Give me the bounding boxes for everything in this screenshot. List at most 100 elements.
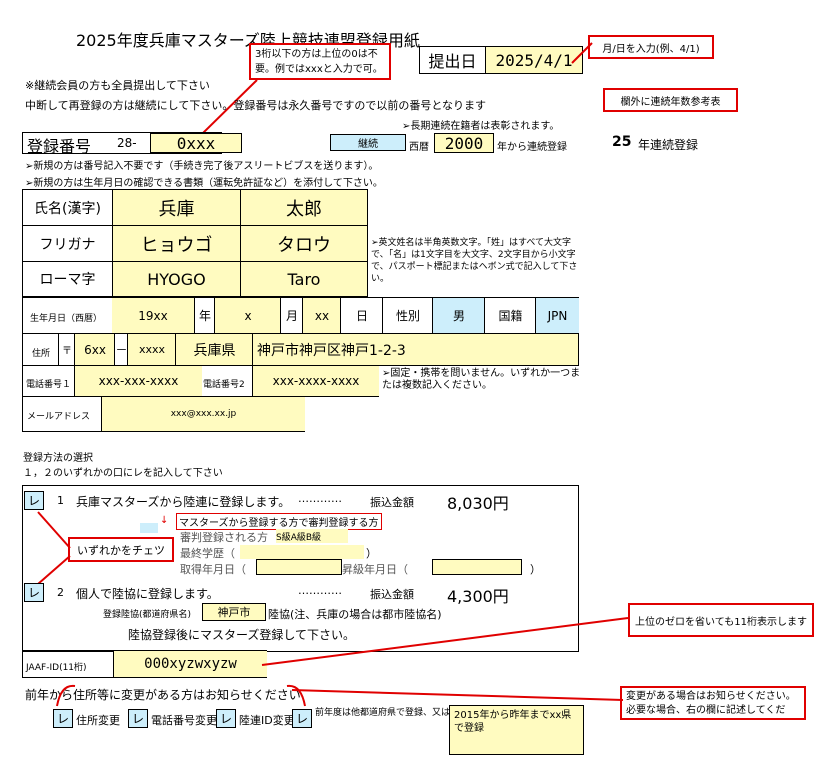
birth-m: 月	[280, 298, 303, 333]
opt2-text: 個人で陸協に登録します。	[76, 587, 219, 601]
change-phone-label: 電話番号変更	[151, 714, 217, 727]
years-count: 25	[612, 134, 632, 150]
romaji-note: ➢英文姓名は半角英数文字。「姓」はすべて大文字で、「名」は1文字目を大文字、2文…	[371, 238, 578, 284]
opt2-checkbox[interactable]: レ	[24, 583, 44, 602]
change-phone-checkbox[interactable]: レ	[128, 709, 148, 728]
opt2-fee-label: 振込金額	[370, 588, 414, 601]
opt1-text: 兵庫マスターズから陸連に登録します。	[76, 495, 291, 509]
phone-note: ➢固定・携帯を問いません。いずれか一つまたは複数記入ください。	[382, 368, 581, 391]
digits-hint-callout: 3桁以下の方は上位の0は不要。例ではxxxと入力で可。	[249, 43, 391, 80]
phone2-field[interactable]: xxx-xxxx-xxxx	[252, 366, 379, 396]
start-year-suffix: 年から連続登録	[497, 142, 567, 153]
changes-bracket	[56, 684, 306, 707]
method-sub: １，２のいずれかの口にレを記入して下さい	[23, 468, 223, 479]
acquired-date-field[interactable]	[256, 559, 342, 575]
judge-q1: 審判登録される方	[180, 531, 268, 544]
opt1-num: 1	[57, 494, 64, 507]
opt2-num: 2	[57, 586, 64, 599]
mail-field[interactable]: xxx@xxx.xx.jp	[101, 397, 305, 431]
change-id-checkbox[interactable]: レ	[216, 709, 236, 728]
jaaf-label: JAAF-ID(11桁)	[26, 663, 87, 673]
mei-roma-field[interactable]: Taro	[240, 261, 368, 297]
address-label: 住所	[32, 349, 51, 359]
sex-field[interactable]: 男	[432, 298, 485, 333]
new-doc-note: ➢新規の方は生年月日の確認できる書類（運転免許証など）を添付して下さい。	[25, 178, 383, 189]
change-pref-checkbox[interactable]: レ	[292, 709, 312, 728]
jaaf-field[interactable]: 000xyzwxyzw	[113, 651, 267, 677]
judge-head: マスターズから登録する方で審判登録する方	[176, 513, 382, 530]
opt1-dots: …………	[298, 492, 342, 505]
check-either-arrows	[37, 511, 71, 585]
resume-note: 中断して再登録の方は継続にして下さい。登録番号は永久番号ですので以前の番号となり…	[25, 99, 487, 112]
judge-grade-field[interactable]: S級A級B級	[276, 529, 348, 543]
mei-kana-field[interactable]: タロウ	[240, 225, 368, 262]
opt2-pref-field[interactable]: 神戸市	[202, 603, 266, 621]
zero-hint-line	[261, 617, 629, 666]
change-pref-label: 前年度は他都道府県で登録、又は	[315, 708, 451, 718]
change-hint-line	[291, 689, 624, 701]
change-id-label: 陸連ID変更	[239, 714, 295, 727]
birth-month-field[interactable]: x	[214, 298, 281, 333]
sei-kana-field[interactable]: ヒョウゴ	[112, 225, 241, 262]
reg-prefix: 28-	[117, 136, 137, 150]
new-number-note: ➢新規の方は番号記入不要です（手続き完了後アスリートビブスを送ります）。	[25, 161, 379, 172]
phone1-label: 電話番号１	[26, 380, 72, 390]
check-either-callout: いずれかをチェツ	[68, 537, 174, 562]
sex-label: 性別	[382, 298, 433, 333]
nat-field[interactable]: JPN	[535, 298, 579, 333]
judge-flag	[140, 523, 158, 533]
phone1-field[interactable]: xxx-xxx-xxxx	[74, 366, 202, 396]
consecutive-ref-callout: 欄外に連続年数参考表	[603, 88, 738, 112]
start-year-field[interactable]: 2000	[434, 133, 494, 153]
judge-q3: 取得年月日（	[180, 563, 246, 576]
birth-d: 日	[340, 298, 383, 333]
sei-field[interactable]: 兵庫	[112, 189, 241, 226]
education-field[interactable]	[240, 545, 364, 559]
address-rest-field[interactable]: 神戸市神戸区神戸1-2-3	[252, 334, 578, 365]
seireki-label: 西暦	[409, 142, 429, 153]
mei-field[interactable]: 太郎	[240, 189, 368, 226]
zip2-field[interactable]: xxxx	[127, 334, 176, 365]
reg-label: 登録番号	[27, 137, 92, 156]
change-hint-callout: 変更がある場合はお知らせください。必要な場合、右の欄に記述してくだ	[620, 686, 806, 720]
roma-label: ローマ字	[22, 261, 113, 297]
opt1-fee-label: 振込金額	[370, 496, 414, 509]
opt2-fee: 4,300円	[447, 587, 509, 606]
method-title: 登録方法の選択	[23, 453, 93, 464]
judge-paren1: ）	[366, 547, 377, 560]
change-memo-field[interactable]: 2015年から昨年までxx県で登録	[449, 705, 584, 755]
submit-label: 提出日	[419, 46, 486, 74]
zip-dash: －	[114, 334, 128, 365]
mail-label: メールアドレス	[27, 412, 91, 422]
reg-number-field[interactable]: 0xxx	[150, 133, 242, 153]
promotion-date-field[interactable]	[432, 559, 522, 575]
long-term-note: ➢長期連続在籍者は表彰されます。	[402, 121, 560, 132]
zip1-field[interactable]: 6xx	[74, 334, 115, 365]
judge-q2: 最終学歴（	[180, 547, 235, 560]
judge-arrow-icon: ↓	[160, 515, 169, 526]
change-address-label: 住所変更	[76, 714, 120, 727]
birth-year-field[interactable]: 19xx	[112, 298, 194, 333]
zero-hint-callout: 上位のゼロを省いても11桁表示します	[628, 603, 814, 637]
years-label: 年連続登録	[638, 138, 699, 152]
hint-arrow	[571, 42, 593, 64]
sei-roma-field[interactable]: HYOGO	[112, 261, 241, 297]
keizoku-box[interactable]: 継続	[330, 134, 406, 151]
kanji-label: 氏名(漢字)	[22, 189, 113, 226]
birth-y: 年	[194, 298, 215, 333]
kana-label: フリガナ	[22, 225, 113, 262]
opt2-dots: …………	[298, 584, 342, 597]
opt1-fee: 8,030円	[447, 494, 509, 513]
judge-q4: 昇級年月日（	[342, 563, 408, 576]
postal-mark: 〒	[58, 334, 75, 365]
renew-note: ※継続会員の方も全員提出して下さい	[25, 79, 210, 92]
change-address-checkbox[interactable]: レ	[53, 709, 73, 728]
opt2-pref-label: 登録陸協(都道府県名)	[103, 610, 192, 620]
pref-field[interactable]: 兵庫県	[175, 334, 253, 365]
birth-label: 生年月日（西暦）	[30, 314, 103, 324]
birth-day-field[interactable]: xx	[302, 298, 341, 333]
date-hint-callout: 月/日を入力(例、4/1)	[588, 35, 714, 59]
phone2-label: 電話番号2	[203, 380, 245, 390]
judge-paren2: ）	[530, 563, 541, 576]
nat-label: 国籍	[484, 298, 536, 333]
